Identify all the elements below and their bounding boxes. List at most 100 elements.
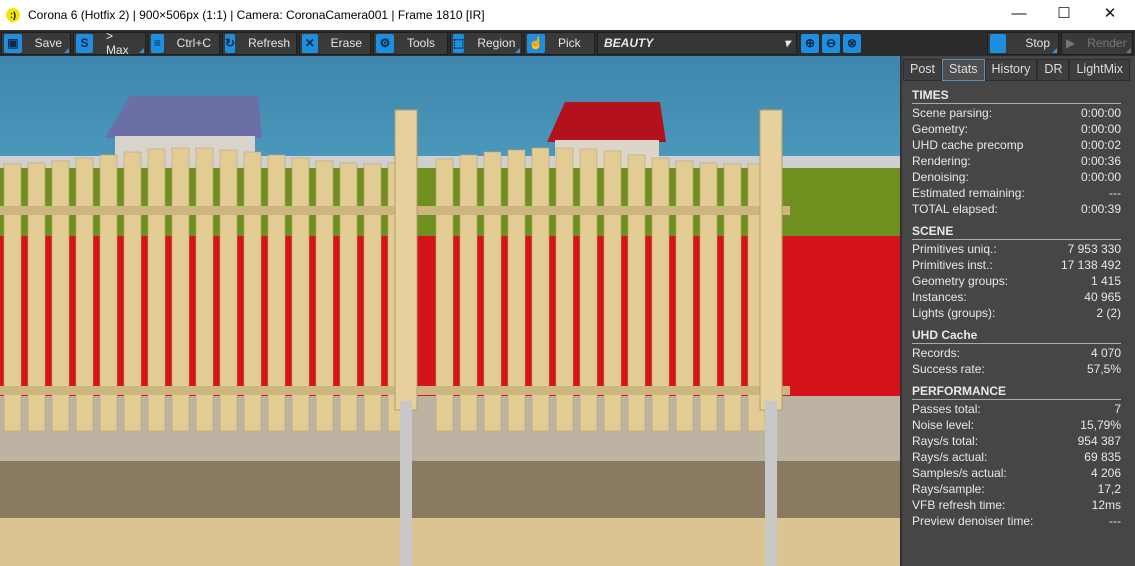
- stat-label: Primitives uniq.:: [912, 242, 997, 256]
- tab-post[interactable]: Post: [903, 59, 943, 81]
- stat-row: Rays/sample: 17,2: [912, 481, 1121, 497]
- stat-value: 17,2: [1097, 482, 1121, 496]
- region-button[interactable]: ⬚ Region: [450, 31, 522, 55]
- stat-row: Scene parsing: 0:00:00: [912, 105, 1121, 121]
- title-bar: :) Corona 6 (Hotfix 2) | 900×506px (1:1)…: [0, 0, 1135, 30]
- zoom-in-icon: ⊕: [801, 33, 819, 53]
- close-button[interactable]: ✕: [1087, 0, 1133, 30]
- toolbar: ▣ Save S > Max ≡ Ctrl+C ↻ Refresh ✕ Erase ⚙ Tools ⬚ R…: [0, 29, 1135, 57]
- render-button[interactable]: ▶ Render: [1061, 31, 1133, 55]
- stat-row: Samples/s actual: 4 206: [912, 465, 1121, 481]
- zoom-out-button[interactable]: ⊖: [820, 32, 843, 55]
- stat-label: Denoising:: [912, 170, 969, 184]
- zoom-reset-button[interactable]: ⊗: [841, 32, 864, 55]
- tab-lightmix[interactable]: LightMix: [1069, 59, 1131, 81]
- stat-row: Primitives uniq.: 7 953 330: [912, 241, 1121, 257]
- play-icon: ▶: [1066, 36, 1076, 50]
- stat-row: Records: 4 070: [912, 345, 1121, 361]
- panel-tabs: Post Stats History DR LightMix: [902, 59, 1135, 81]
- stat-value: ---: [1109, 186, 1121, 200]
- save-button[interactable]: ▣ Save: [1, 31, 71, 55]
- stat-value: 0:00:00: [1080, 170, 1121, 184]
- window-title: Corona 6 (Hotfix 2) | 900×506px (1:1) | …: [28, 8, 485, 22]
- stat-row: Lights (groups): 2 (2): [912, 305, 1121, 321]
- button-label: Ctrl+C: [176, 36, 211, 50]
- stat-row: VFB refresh time: 12ms: [912, 497, 1121, 513]
- stats-section-scene: SCENE Primitives uniq.: 7 953 330 Primitive…: [912, 224, 1121, 321]
- stat-value: 0:00:02: [1080, 138, 1121, 152]
- stat-value: 12ms: [1091, 498, 1121, 512]
- refresh-button[interactable]: ↻ Refresh: [222, 31, 297, 55]
- button-label: Tools: [407, 36, 436, 50]
- stat-label: Success rate:: [912, 362, 985, 376]
- max-button[interactable]: S > Max: [73, 29, 146, 57]
- stat-label: Geometry groups:: [912, 274, 1009, 288]
- button-label: > Max: [105, 29, 129, 57]
- stat-value: 2 (2): [1096, 306, 1121, 320]
- metal-post-anchor: [400, 401, 412, 566]
- stat-value: 954 387: [1077, 434, 1121, 448]
- ctrl-c-button[interactable]: ≡ Ctrl+C: [148, 31, 220, 55]
- tab-stats[interactable]: Stats: [942, 59, 985, 81]
- zoom-in-button[interactable]: ⊕: [799, 32, 822, 55]
- zoom-out-icon: ⊖: [822, 33, 840, 53]
- stat-label: Rendering:: [912, 154, 971, 168]
- stat-label: Instances:: [912, 290, 967, 304]
- stat-value: 40 965: [1084, 290, 1121, 304]
- stat-value: 4 206: [1090, 466, 1121, 480]
- minimize-button[interactable]: —: [996, 0, 1042, 30]
- erase-icon: ✕: [302, 33, 318, 53]
- render-viewport[interactable]: [0, 56, 900, 566]
- max-icon: S: [76, 33, 93, 53]
- stop-button[interactable]: Stop: [987, 31, 1059, 55]
- stat-row: Estimated remaining: ---: [912, 185, 1121, 201]
- fence-post: [759, 109, 783, 411]
- stat-value: 17 138 492: [1060, 258, 1121, 272]
- stat-row: Noise level: 15,79%: [912, 417, 1121, 433]
- stat-label: Noise level:: [912, 418, 975, 432]
- stat-row: Preview denoiser time: ---: [912, 513, 1121, 529]
- stats-section-performance: PERFORMANCE Passes total: 7 Noise level: 15,…: [912, 384, 1121, 529]
- render-pass-dropdown[interactable]: BEAUTY ▾: [597, 31, 797, 55]
- tab-dr[interactable]: DR: [1037, 59, 1070, 81]
- stat-value: 7: [1114, 402, 1121, 416]
- stat-row: Primitives inst.: 17 138 492: [912, 257, 1121, 273]
- stat-label: Geometry:: [912, 122, 969, 136]
- button-label: Erase: [330, 36, 362, 50]
- stat-value: 7 953 330: [1067, 242, 1121, 256]
- copy-icon: ≡: [151, 33, 164, 53]
- stat-value: 0:00:00: [1080, 106, 1121, 120]
- section-title: UHD Cache: [912, 328, 1121, 344]
- zoom-reset-icon: ⊗: [843, 33, 861, 53]
- tab-history[interactable]: History: [984, 59, 1038, 81]
- render-pass-value: BEAUTY: [604, 36, 654, 50]
- stats-section-uhd-cache: UHD Cache Records: 4 070 Success rate: 57,5%: [912, 328, 1121, 377]
- stat-label: Primitives inst.:: [912, 258, 993, 272]
- erase-button[interactable]: ✕ Erase: [299, 31, 371, 55]
- fence-post: [394, 109, 418, 411]
- stat-label: Records:: [912, 346, 961, 360]
- stat-row: Rays/s total: 954 387: [912, 433, 1121, 449]
- stat-value: 0:00:39: [1080, 202, 1121, 216]
- button-label: Pick: [558, 36, 581, 50]
- button-label: Refresh: [248, 36, 291, 50]
- stat-row: Instances: 40 965: [912, 289, 1121, 305]
- region-icon: ⬚: [453, 33, 465, 53]
- stat-value: 0:00:00: [1080, 122, 1121, 136]
- stat-label: Estimated remaining:: [912, 186, 1025, 200]
- pick-button[interactable]: ☝ Pick: [524, 31, 595, 55]
- maximize-button[interactable]: ☐: [1041, 0, 1087, 30]
- floppy-icon: ▣: [4, 33, 22, 53]
- tools-button[interactable]: ⚙ Tools: [373, 31, 448, 55]
- stat-row: Rays/s actual: 69 835: [912, 449, 1121, 465]
- house-left-roof: [105, 96, 262, 138]
- rendered-image: [0, 56, 900, 566]
- stat-label: Passes total:: [912, 402, 981, 416]
- stat-row: Geometry groups: 1 415: [912, 273, 1121, 289]
- section-title: PERFORMANCE: [912, 384, 1121, 400]
- metal-post-anchor: [765, 401, 777, 566]
- stat-label: VFB refresh time:: [912, 498, 1006, 512]
- stat-label: Scene parsing:: [912, 106, 993, 120]
- stop-icon: [990, 33, 1007, 53]
- refresh-icon: ↻: [225, 33, 236, 53]
